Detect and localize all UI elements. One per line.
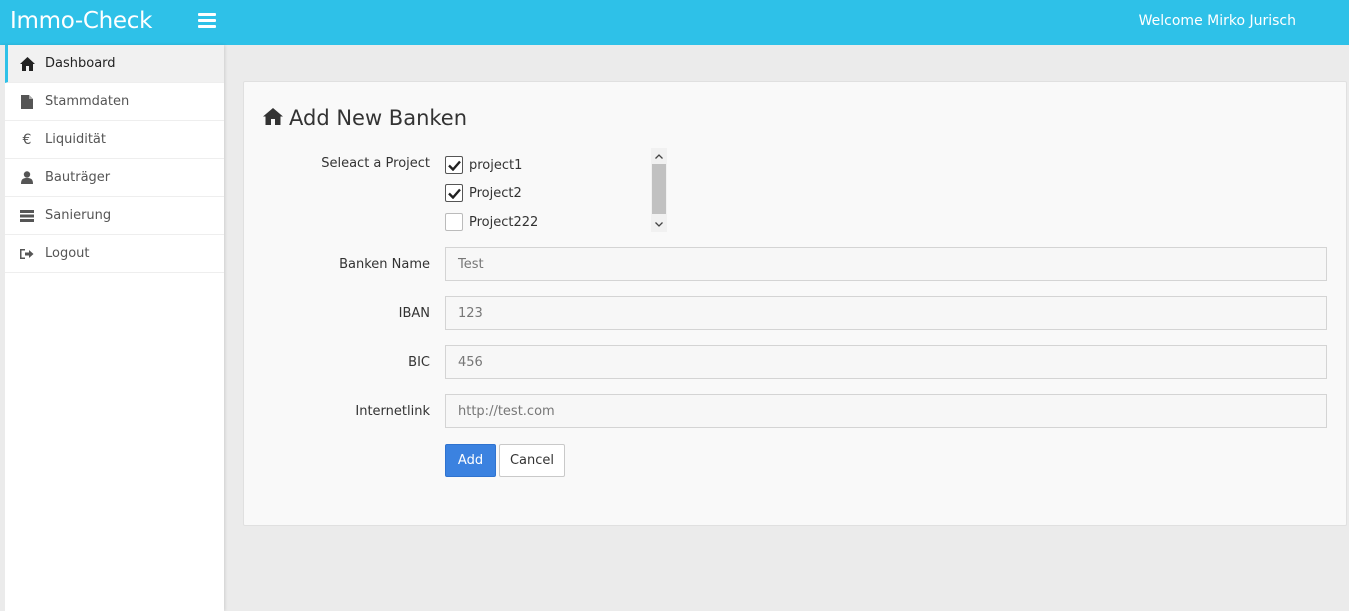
project-list-scrollbar[interactable]: [651, 148, 667, 232]
project-select-label: Seleact a Project: [321, 156, 430, 171]
iban-field[interactable]: 123: [445, 296, 1327, 330]
sidebar-item-liquiditaet[interactable]: € Liquidität: [5, 121, 224, 159]
page-title-text: Add New Banken: [289, 106, 468, 130]
list-item[interactable]: project1: [445, 155, 522, 175]
bic-field[interactable]: 456: [445, 345, 1327, 379]
sidebar-item-bautraeger[interactable]: Bauträger: [5, 159, 224, 197]
sidebar-item-dashboard[interactable]: Dashboard: [5, 45, 224, 83]
list-item[interactable]: Project222: [445, 212, 538, 232]
bank-name-field[interactable]: Test: [445, 247, 1327, 281]
chevron-down-icon[interactable]: [651, 217, 667, 231]
iban-label: IBAN: [398, 306, 430, 321]
welcome-user-text[interactable]: Welcome Mirko Jurisch: [1139, 13, 1296, 29]
scrollbar-thumb[interactable]: [652, 164, 666, 214]
page-title: Add New Banken: [263, 106, 467, 130]
sidebar-item-logout[interactable]: Logout: [5, 235, 224, 273]
sidebar-item-label: Liquidität: [45, 132, 106, 147]
project-name: project1: [469, 157, 523, 173]
internetlink-label: Internetlink: [355, 404, 430, 419]
top-bar: Immo-Check Welcome Mirko Jurisch: [0, 0, 1349, 45]
list-item[interactable]: Project2: [445, 183, 522, 203]
file-icon: [19, 94, 35, 110]
add-bank-panel: Add New Banken Seleact a Project project…: [243, 81, 1347, 526]
sidebar-item-sanierung[interactable]: Sanierung: [5, 197, 224, 235]
logout-icon: [19, 246, 35, 262]
bic-label: BIC: [408, 355, 430, 370]
project-name: Project2: [469, 185, 522, 201]
sidebar-item-label: Sanierung: [45, 208, 112, 223]
project222-checkbox[interactable]: [445, 213, 463, 231]
euro-icon: €: [22, 131, 32, 148]
user-icon: [19, 170, 35, 186]
cancel-button[interactable]: Cancel: [499, 444, 565, 477]
bank-name-label: Banken Name: [339, 257, 430, 272]
sidebar: Dashboard Stammdaten € Liquidität Bauträ…: [0, 45, 224, 611]
home-icon: [263, 106, 283, 130]
sidebar-item-stammdaten[interactable]: Stammdaten: [5, 83, 224, 121]
sidebar-item-label: Dashboard: [45, 56, 116, 71]
project1-checkbox[interactable]: [445, 156, 463, 174]
server-icon: [19, 208, 35, 224]
hamburger-menu-icon[interactable]: [198, 13, 216, 31]
brand-logo[interactable]: Immo-Check: [10, 8, 152, 34]
sidebar-item-label: Logout: [45, 246, 90, 261]
chevron-up-icon[interactable]: [651, 149, 667, 163]
home-icon: [19, 56, 35, 72]
project-name: Project222: [469, 214, 539, 230]
project-checkbox-list[interactable]: project1 Project2 Project222: [445, 148, 667, 234]
internetlink-field[interactable]: http://test.com: [445, 394, 1327, 428]
add-button[interactable]: Add: [445, 444, 496, 477]
sidebar-item-label: Stammdaten: [45, 94, 130, 109]
project2-checkbox[interactable]: [445, 184, 463, 202]
sidebar-item-label: Bauträger: [45, 170, 111, 185]
